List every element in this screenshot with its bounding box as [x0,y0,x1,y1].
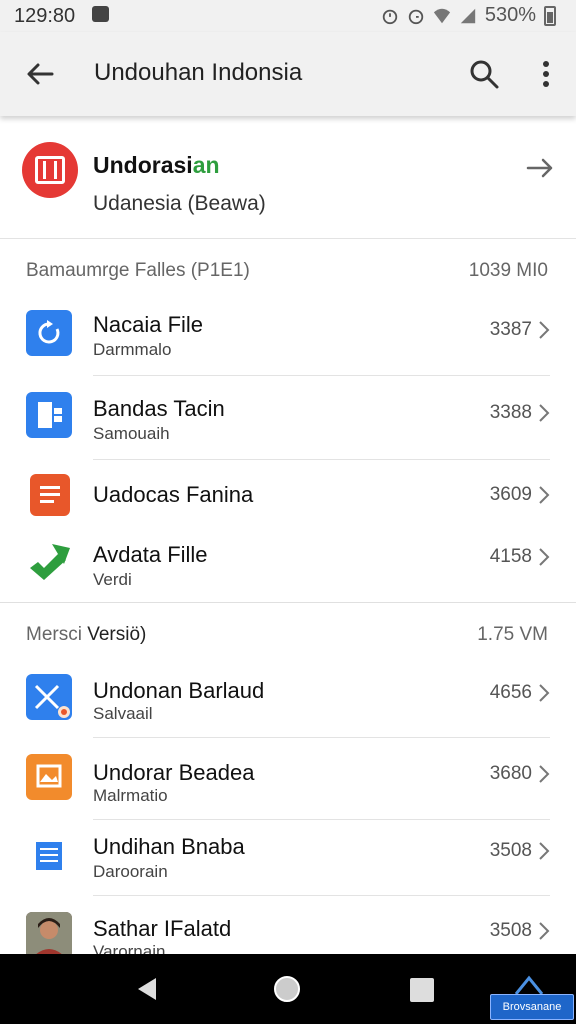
section-header-versions: Mersci Versiö) 1.75 VM [0,606,576,662]
item-value: 3388 [489,402,532,423]
blue-refresh-icon [26,310,72,356]
green-arrow-icon [30,544,70,580]
item-title: Sathar IFalatd [93,916,232,941]
item-title: Undonan Barlaud [93,678,265,703]
orange-image-icon [26,754,72,800]
signal-icon [460,8,476,23]
battery-icon [544,5,556,26]
list-item[interactable]: Uadocas Fanina 3609 [0,460,576,524]
nav-recent-icon[interactable] [410,978,434,1002]
alarm-icon [408,9,424,24]
app-subtitle: Udanesia (Beawa) [93,192,266,215]
item-value: 3387 [489,319,532,340]
item-subtitle: Verdi [93,570,132,589]
blue-doc-icon [28,834,68,878]
more-vert-icon[interactable] [528,56,564,92]
chevron-right-icon [539,842,550,860]
section-label: Bamaumrge Falles (P1E1) [26,260,250,281]
blue-doc-icon [26,392,72,438]
item-subtitle: Varornain [93,942,166,954]
chevron-right-icon [539,684,550,702]
item-subtitle: Samouaih [93,424,170,443]
browser-badge[interactable]: Brovsanane [490,994,574,1020]
search-icon[interactable] [466,56,502,92]
item-value: 3680 [489,763,532,784]
alarm-icon [382,9,398,24]
list-item[interactable]: Bandas Tacin Samouaih 3388 [0,376,576,460]
status-bar: 129:80 530% [0,0,576,32]
chevron-right-icon [539,765,550,783]
section-size: 1039 MI0 [468,260,548,281]
item-title: Nacaia File [93,312,204,337]
home-badge-icon [514,975,544,994]
chevron-right-icon [539,548,550,566]
chevron-right-icon [539,321,550,339]
item-value: 4656 [489,682,532,703]
section-size: 1.75 VM [477,624,548,645]
page-title: Undouhan Indonsia [94,59,303,86]
item-value: 4158 [489,546,532,567]
section-divider [0,602,576,603]
status-icons: 530% [381,4,556,27]
item-subtitle: Daroorain [93,862,168,881]
list-item[interactable]: Nacaia File Darmmalo 3387 [0,298,576,376]
blue-x-icon [26,674,72,720]
orange-doc-icon [30,474,70,516]
item-title: Bandas Tacin [93,396,225,421]
item-title: Avdata Fille [93,542,208,567]
item-title: Undihan Bnaba [93,834,245,859]
nav-back-icon[interactable] [134,976,160,1002]
item-title: Undorar Beadea [93,760,255,785]
list-item[interactable]: Undihan Bnaba Daroorain 3508 [0,820,576,896]
back-arrow-icon[interactable] [22,56,58,92]
list-item[interactable]: Sathar IFalatd Varornain 3508 [0,896,576,954]
forward-arrow-icon[interactable] [524,152,556,184]
app-header[interactable]: Undorasian Udanesia (Beawa) [0,120,576,239]
nav-home-icon[interactable] [272,974,302,1004]
list-item[interactable]: Avdata Fille Verdi 4158 [0,524,576,602]
app-toolbar: Undouhan Indonsia [0,32,576,116]
app-name: Undorasian [93,152,220,178]
status-time: 129:80 [14,5,76,27]
list-item[interactable]: Undonan Barlaud Salvaail 4656 [0,660,576,738]
chevron-right-icon [539,486,550,504]
item-value: 3609 [489,484,532,505]
system-nav-bar: Brovsanane [0,954,576,1024]
item-value: 3508 [489,840,532,861]
notification-icon [92,6,109,22]
item-subtitle: Salvaail [93,704,153,723]
list-item[interactable]: Undorar Beadea Malrmatio 3680 [0,738,576,820]
section-header-files: Bamaumrge Falles (P1E1) 1039 MI0 [0,242,576,298]
item-value: 3508 [489,920,532,941]
chevron-right-icon [539,922,550,940]
app-logo-icon [22,142,78,198]
item-subtitle: Darmmalo [93,340,172,359]
avatar-photo-icon [26,912,72,954]
chevron-right-icon [539,404,550,422]
section-label: Mersci Versiö) [26,624,147,645]
item-subtitle: Malrmatio [93,786,168,805]
wifi-icon [433,8,450,23]
item-title: Uadocas Fanina [93,482,254,507]
battery-percent: 530% [484,4,536,26]
